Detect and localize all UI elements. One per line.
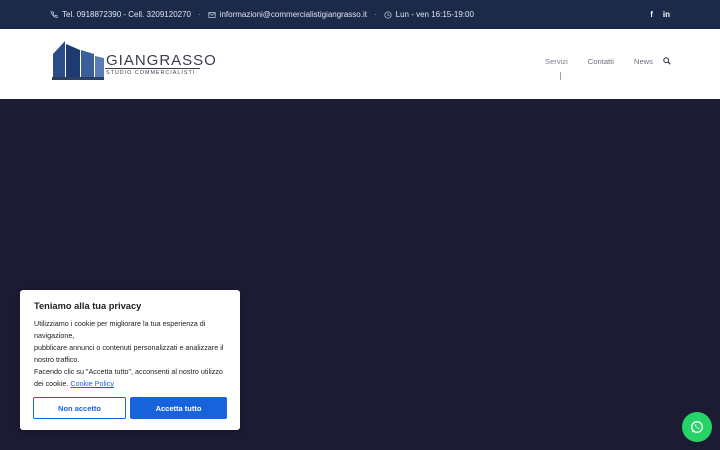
email-info[interactable]: informazioni@commercialistigiangrasso.it: [208, 10, 367, 19]
nav-active-indicator: [560, 72, 561, 80]
contact-info: Tel. 0918872390 - Cell. 3209120270 · inf…: [50, 0, 474, 29]
search-icon[interactable]: [663, 57, 671, 65]
logo-buildings-icon: [52, 41, 104, 80]
hours-info: Lun - ven 16:15-19:00: [384, 10, 474, 19]
accept-cookies-button[interactable]: Accetta tutto: [130, 397, 227, 419]
cookie-policy-link[interactable]: Cookie Policy: [70, 379, 114, 388]
main-nav: Servizi Contatti News: [545, 57, 673, 66]
cookie-line-text: Facendo clic su "Accetta tutto", acconse…: [34, 367, 223, 388]
cookie-line: Utilizziamo i cookie per migliorare la t…: [34, 319, 206, 340]
site-header: GIANGRASSO STUDIO COMMERCIALISTI Servizi…: [0, 29, 720, 99]
nav-item-servizi[interactable]: Servizi: [545, 57, 568, 66]
envelope-icon: [208, 11, 216, 18]
hours-text: Lun - ven 16:15-19:00: [395, 10, 474, 19]
clock-icon: [384, 10, 392, 19]
nav-item-news[interactable]: News: [634, 57, 653, 66]
phone-text: Tel. 0918872390 - Cell. 3209120270: [62, 10, 191, 19]
cookie-consent-banner: Teniamo alla tua privacy Utilizziamo i c…: [20, 290, 240, 430]
logo-title: GIANGRASSO: [106, 52, 217, 69]
cookie-title: Teniamo alla tua privacy: [34, 301, 142, 311]
whatsapp-icon: [691, 421, 703, 433]
email-text: informazioni@commercialistigiangrasso.it: [219, 10, 367, 19]
logo[interactable]: GIANGRASSO STUDIO COMMERCIALISTI: [52, 40, 216, 80]
logo-subtitle: STUDIO COMMERCIALISTI: [106, 70, 196, 76]
separator: ·: [373, 10, 377, 19]
phone-icon: [50, 10, 58, 18]
reject-cookies-button[interactable]: Non accetto: [33, 397, 126, 419]
nav-item-contatti[interactable]: Contatti: [588, 57, 614, 66]
phone-info[interactable]: Tel. 0918872390 - Cell. 3209120270: [50, 10, 191, 19]
top-info-bar: Tel. 0918872390 - Cell. 3209120270 · inf…: [0, 0, 720, 29]
cookie-line: Facendo clic su "Accetta tutto", acconse…: [34, 366, 230, 390]
facebook-icon[interactable]: f: [650, 10, 653, 19]
linkedin-icon[interactable]: in: [663, 10, 670, 19]
separator: ·: [198, 10, 201, 19]
cookie-text: Utilizziamo i cookie per migliorare la t…: [34, 318, 230, 390]
whatsapp-button[interactable]: [682, 412, 712, 442]
logo-divider: [105, 68, 200, 69]
social-links: f in: [650, 0, 670, 29]
cookie-line: pubblicare annunci o contenuti personali…: [34, 343, 224, 364]
